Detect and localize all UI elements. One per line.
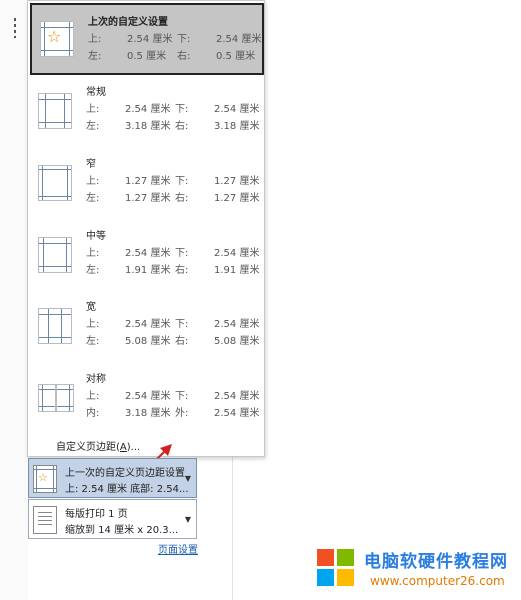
margin-page-icon bbox=[38, 165, 72, 201]
label-bottom: 下: bbox=[177, 34, 191, 45]
option-title: 对称 bbox=[86, 374, 106, 385]
value-right: 5.08 厘米 bbox=[214, 336, 260, 347]
page-icon bbox=[33, 506, 57, 534]
custom-margins-suffix: )... bbox=[126, 442, 141, 453]
value-left: 3.18 厘米 bbox=[125, 121, 171, 132]
chevron-down-icon: ▼ bbox=[184, 515, 191, 524]
label-top: 上: bbox=[86, 391, 100, 402]
margin-page-icon: ☆ bbox=[33, 465, 57, 493]
label-right: 右: bbox=[175, 265, 189, 276]
value-left: 0.5 厘米 bbox=[127, 51, 167, 62]
value-bottom: 2.54 厘米 bbox=[214, 391, 260, 402]
margin-page-icon bbox=[38, 237, 72, 273]
pages-button-detail: 缩放到 14 厘米 x 20.3... bbox=[65, 525, 179, 536]
label-bottom: 下: bbox=[175, 248, 189, 259]
value-top: 2.54 厘米 bbox=[125, 319, 171, 330]
value-top: 1.27 厘米 bbox=[125, 176, 171, 187]
backstage-left-strip bbox=[0, 0, 28, 600]
label-top: 上: bbox=[86, 104, 100, 115]
label-bottom: 下: bbox=[175, 104, 189, 115]
margin-option-mirrored[interactable]: 对称 上: 2.54 厘米 下: 2.54 厘米 内: 3.18 厘米 外: 2… bbox=[28, 361, 264, 433]
value-top: 2.54 厘米 bbox=[127, 34, 173, 45]
label-left: 左: bbox=[88, 51, 102, 62]
value-top: 2.54 厘米 bbox=[125, 391, 171, 402]
value-right: 3.18 厘米 bbox=[214, 121, 260, 132]
margin-option-moderate[interactable]: 中等 上: 2.54 厘米 下: 2.54 厘米 左: 1.91 厘米 右: 1… bbox=[28, 218, 264, 290]
watermark: 电脑软硬件教程网 www.computer26.com bbox=[312, 543, 521, 600]
value-right: 1.91 厘米 bbox=[214, 265, 260, 276]
value-left: 1.91 厘米 bbox=[125, 265, 171, 276]
value-left: 5.08 厘米 bbox=[125, 336, 171, 347]
watermark-title: 电脑软硬件教程网 bbox=[364, 552, 508, 572]
value-outside: 2.54 厘米 bbox=[214, 408, 260, 419]
label-top: 上: bbox=[86, 319, 100, 330]
dots-mark bbox=[14, 18, 16, 38]
margins-button-detail: 上: 2.54 厘米 底部: 2.54... bbox=[65, 484, 189, 495]
margin-option-wide[interactable]: 宽 上: 2.54 厘米 下: 2.54 厘米 左: 5.08 厘米 右: 5.… bbox=[28, 289, 264, 361]
label-bottom: 下: bbox=[175, 319, 189, 330]
label-left: 左: bbox=[86, 336, 100, 347]
pages-button-title: 每版打印 1 页 bbox=[65, 509, 128, 520]
panel-divider bbox=[232, 455, 233, 600]
value-bottom: 2.54 厘米 bbox=[214, 104, 260, 115]
margin-page-icon bbox=[38, 308, 72, 344]
value-right: 0.5 厘米 bbox=[216, 51, 256, 62]
value-right: 1.27 厘米 bbox=[214, 193, 260, 204]
option-title: 常规 bbox=[86, 87, 106, 98]
margin-page-icon: ☆ bbox=[40, 21, 74, 57]
value-left: 1.27 厘米 bbox=[125, 193, 171, 204]
margin-option-last-custom[interactable]: ☆ 上次的自定义设置 上: 2.54 厘米 下: 2.54 厘米 左: 0.5 … bbox=[30, 3, 264, 75]
margins-dropdown: ☆ 上次的自定义设置 上: 2.54 厘米 下: 2.54 厘米 左: 0.5 … bbox=[27, 0, 265, 457]
star-icon: ☆ bbox=[47, 27, 62, 46]
option-title: 宽 bbox=[86, 302, 96, 313]
value-top: 2.54 厘米 bbox=[125, 104, 171, 115]
custom-margins-label: 自定义页边距( bbox=[56, 442, 120, 453]
label-bottom: 下: bbox=[175, 391, 189, 402]
margin-page-icon bbox=[38, 384, 56, 412]
label-right: 右: bbox=[175, 121, 189, 132]
watermark-url: www.computer26.com bbox=[370, 574, 505, 588]
custom-margins-link[interactable]: 自定义页边距(A)... bbox=[56, 438, 140, 453]
label-left: 左: bbox=[86, 265, 100, 276]
chevron-down-icon: ▼ bbox=[184, 474, 191, 483]
margin-option-narrow[interactable]: 窄 上: 1.27 厘米 下: 1.27 厘米 左: 1.27 厘米 右: 1.… bbox=[28, 146, 264, 218]
custom-margins-accesskey: A bbox=[119, 442, 127, 453]
margin-option-normal[interactable]: 常规 上: 2.54 厘米 下: 2.54 厘米 左: 3.18 厘米 右: 3… bbox=[28, 74, 264, 146]
windows-logo-icon bbox=[317, 549, 355, 587]
margin-page-icon bbox=[56, 384, 74, 412]
label-outside: 外: bbox=[175, 408, 189, 419]
value-inside: 3.18 厘米 bbox=[125, 408, 171, 419]
value-bottom: 1.27 厘米 bbox=[214, 176, 260, 187]
label-right: 右: bbox=[177, 51, 191, 62]
label-top: 上: bbox=[88, 34, 102, 45]
label-right: 右: bbox=[175, 193, 189, 204]
label-top: 上: bbox=[86, 176, 100, 187]
value-bottom: 2.54 厘米 bbox=[214, 248, 260, 259]
option-title: 中等 bbox=[86, 231, 106, 242]
option-title: 窄 bbox=[86, 159, 96, 170]
margins-button[interactable]: ☆ 上一次的自定义页边距设置 上: 2.54 厘米 底部: 2.54... ▼ bbox=[28, 458, 197, 498]
margin-page-icon bbox=[38, 93, 72, 129]
option-title: 上次的自定义设置 bbox=[88, 17, 168, 28]
label-inside: 内: bbox=[86, 408, 100, 419]
pages-per-sheet-button[interactable]: 每版打印 1 页 缩放到 14 厘米 x 20.3... ▼ bbox=[28, 499, 197, 539]
label-top: 上: bbox=[86, 248, 100, 259]
label-bottom: 下: bbox=[175, 176, 189, 187]
label-right: 右: bbox=[175, 336, 189, 347]
value-bottom: 2.54 厘米 bbox=[214, 319, 260, 330]
star-icon: ☆ bbox=[38, 471, 48, 484]
label-left: 左: bbox=[86, 121, 100, 132]
margins-button-title: 上一次的自定义页边距设置 bbox=[65, 468, 185, 479]
value-top: 2.54 厘米 bbox=[125, 248, 171, 259]
page-setup-link[interactable]: 页面设置 bbox=[158, 541, 198, 556]
value-bottom: 2.54 厘米 bbox=[216, 34, 262, 45]
label-left: 左: bbox=[86, 193, 100, 204]
